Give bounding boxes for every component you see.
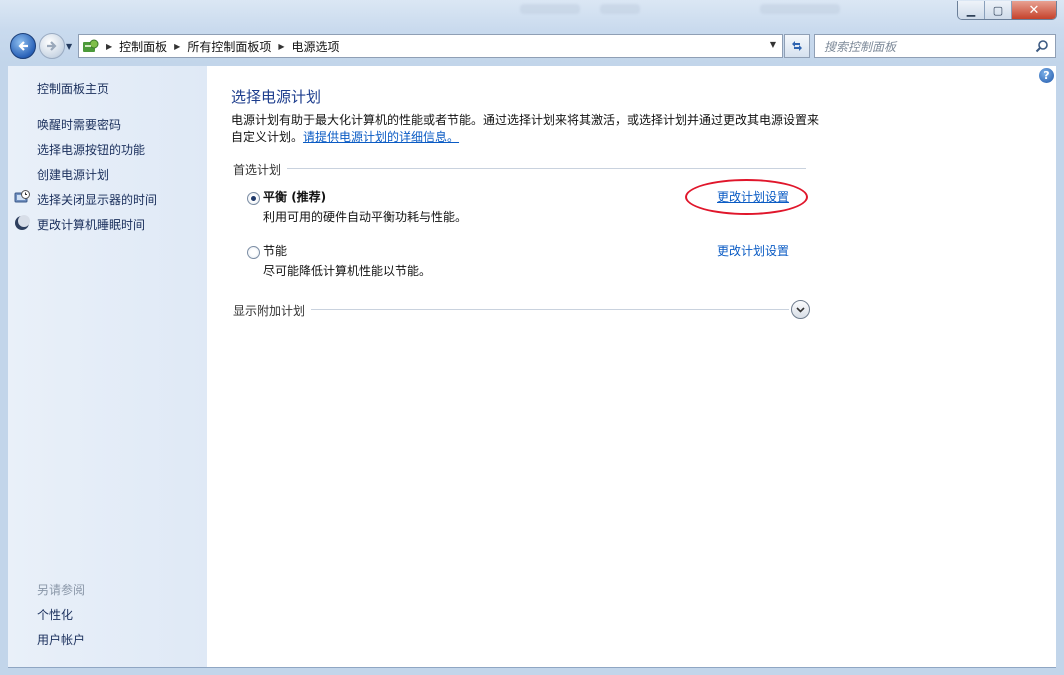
preferred-plans-heading: 首选计划: [233, 161, 288, 178]
search-icon[interactable]: [1035, 39, 1049, 53]
window-bottom-edge: [8, 667, 1056, 668]
blurred-title-fragment: [600, 4, 640, 14]
group-divider: [233, 168, 806, 169]
see-also-heading: 另请参阅: [37, 583, 86, 597]
plan-title: 节能: [263, 244, 288, 258]
content-pane: [207, 66, 1056, 667]
show-additional-plans-label[interactable]: 显示附加计划: [233, 302, 312, 319]
breadcrumb-separator[interactable]: ▶: [102, 42, 116, 51]
explorer-window: ▁ ▢ ✕ ▼ ▶ 控制面板 ▶ 所有控制面板项 ▶ 电源选项 ▼ 搜索控制面板…: [0, 0, 1064, 675]
breadcrumb-control-panel[interactable]: 控制面板: [116, 38, 170, 55]
sidebar-link-wake-password[interactable]: 唤醒时需要密码: [37, 116, 121, 133]
see-also-user-accounts-link[interactable]: 用户帐户: [37, 631, 85, 648]
chevron-down-icon: [796, 306, 805, 313]
arrow-left-icon: [18, 41, 28, 51]
address-bar[interactable]: ▶ 控制面板 ▶ 所有控制面板项 ▶ 电源选项 ▼: [78, 34, 783, 58]
minimize-button[interactable]: ▁: [958, 1, 985, 19]
page-description: 电源计划有助于最大化计算机的性能或者节能。通过选择计划来将其激活，或选择计划并通…: [231, 112, 821, 146]
navigation-bar: ▼ ▶ 控制面板 ▶ 所有控制面板项 ▶ 电源选项 ▼ 搜索控制面板: [0, 30, 1064, 62]
plan-radio-balanced[interactable]: [247, 192, 260, 205]
plan-name-balanced[interactable]: 平衡 (推荐): [263, 188, 326, 205]
sidebar-link-power-buttons[interactable]: 选择电源按钮的功能: [37, 141, 145, 158]
title-bar[interactable]: ▁ ▢ ✕: [0, 0, 1064, 28]
plan-tag: (推荐): [287, 190, 327, 204]
sidebar-link-create-plan[interactable]: 创建电源计划: [37, 166, 109, 183]
expand-additional-plans-button[interactable]: [791, 300, 810, 319]
page-title: 选择电源计划: [231, 88, 322, 106]
monitor-clock-icon: [14, 190, 30, 203]
search-input[interactable]: 搜索控制面板: [815, 38, 1035, 55]
breadcrumb-power-options[interactable]: 电源选项: [289, 38, 343, 55]
control-panel-icon: [83, 39, 99, 52]
group-divider: [233, 309, 789, 310]
back-button[interactable]: [10, 33, 36, 59]
see-also-personalization-link[interactable]: 个性化: [37, 606, 73, 623]
search-box[interactable]: 搜索控制面板: [814, 34, 1056, 58]
moon-icon: [15, 215, 30, 230]
close-button[interactable]: ✕: [1012, 1, 1056, 19]
breadcrumb-separator[interactable]: ▶: [170, 42, 184, 51]
change-plan-settings-link-power-saver[interactable]: 更改计划设置: [717, 242, 789, 259]
blurred-title-fragment: [520, 4, 580, 14]
breadcrumb-separator[interactable]: ▶: [274, 42, 288, 51]
breadcrumb-all-items[interactable]: 所有控制面板项: [184, 38, 274, 55]
blurred-title-fragment: [760, 4, 840, 14]
plan-title: 平衡: [263, 190, 288, 204]
address-dropdown[interactable]: ▼: [770, 40, 776, 49]
sidebar-home-link[interactable]: 控制面板主页: [37, 80, 109, 97]
help-button[interactable]: ?: [1039, 68, 1054, 83]
maximize-button[interactable]: ▢: [985, 1, 1012, 19]
plan-radio-power-saver[interactable]: [247, 246, 260, 259]
sidebar: 控制面板主页 唤醒时需要密码 选择电源按钮的功能 创建电源计划 选择关闭显示器的…: [8, 66, 207, 667]
refresh-button[interactable]: [784, 34, 810, 58]
annotation-circle: [685, 179, 808, 215]
plan-description-balanced: 利用可用的硬件自动平衡功耗与性能。: [263, 210, 468, 224]
refresh-icon: [792, 41, 802, 51]
plan-name-power-saver[interactable]: 节能: [263, 242, 287, 259]
arrow-right-icon: [47, 41, 57, 51]
plan-details-link[interactable]: 请提供电源计划的详细信息。: [303, 130, 459, 144]
sidebar-link-display-off-time[interactable]: 选择关闭显示器的时间: [37, 191, 157, 208]
window-controls: ▁ ▢ ✕: [957, 1, 1057, 20]
recent-pages-dropdown[interactable]: ▼: [66, 42, 72, 51]
sidebar-link-sleep-time[interactable]: 更改计算机睡眠时间: [37, 216, 145, 233]
forward-button[interactable]: [39, 33, 65, 59]
plan-description-power-saver: 尽可能降低计算机性能以节能。: [263, 264, 432, 278]
